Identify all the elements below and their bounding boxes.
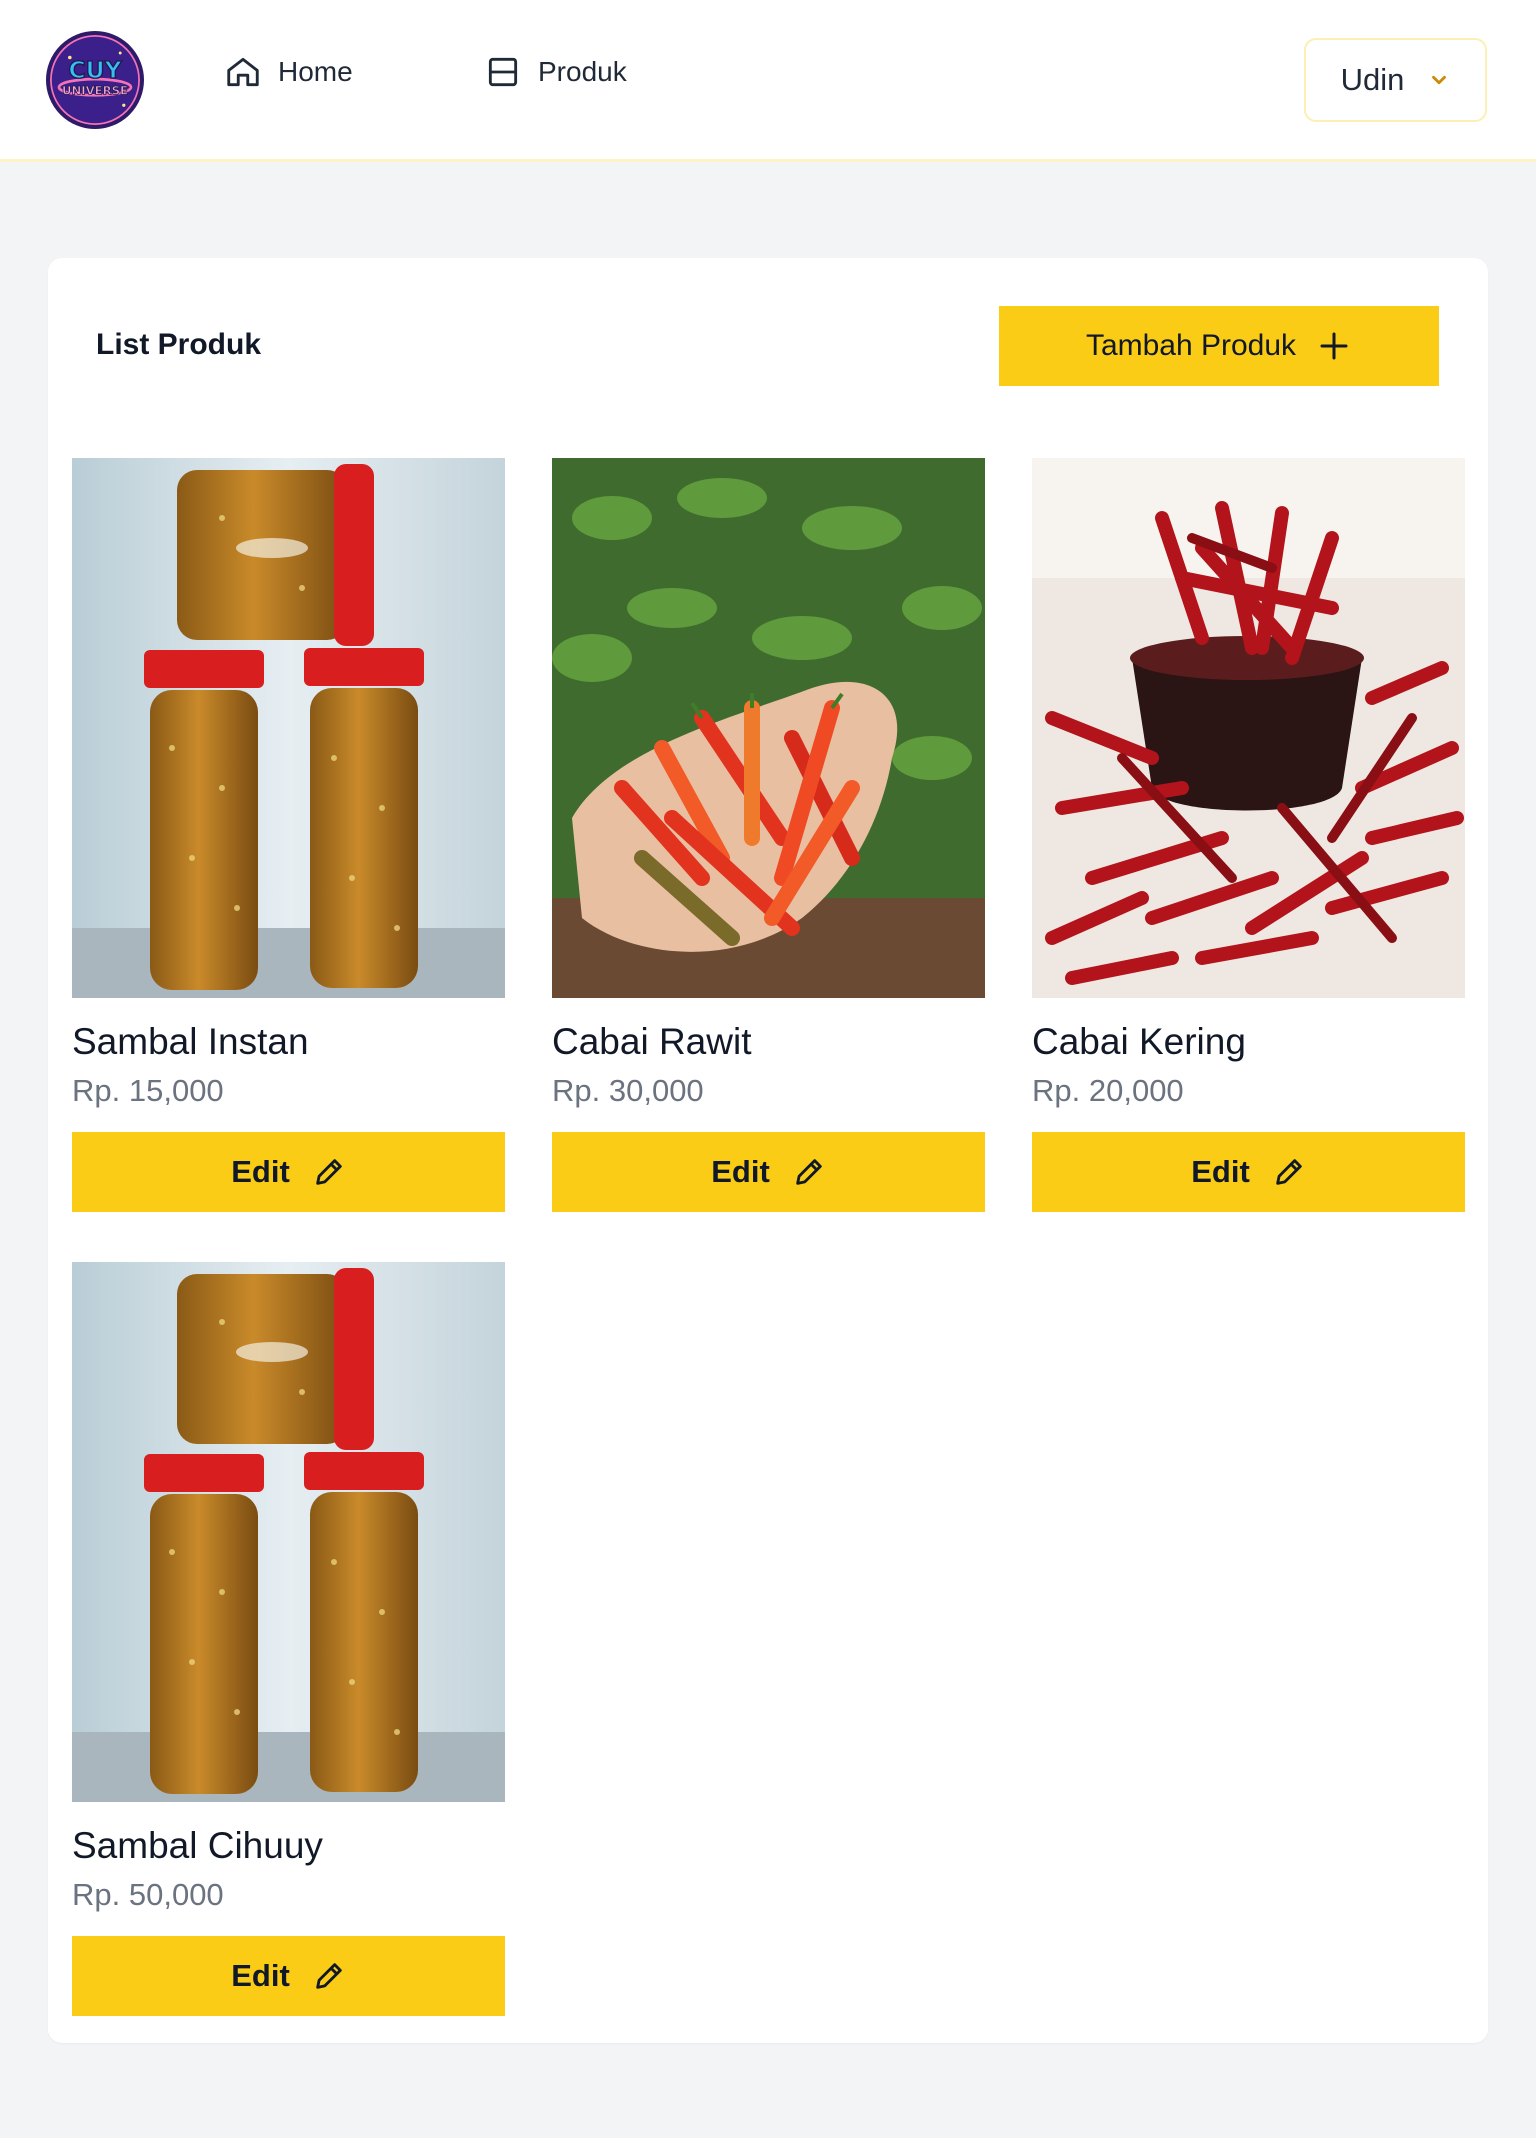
navbar: CUY UNIVERSE Home Produk Udin <box>0 0 1536 162</box>
nav-home-link[interactable]: Home <box>224 52 353 92</box>
pencil-icon <box>796 1159 822 1185</box>
add-product-button[interactable]: Tambah Produk <box>999 306 1439 386</box>
nav-home-label: Home <box>278 56 353 87</box>
product-name: Sambal Cihuuy <box>72 1825 323 1866</box>
product-card: Cabai Kering Rp. 20,000 Edit <box>1032 458 1465 1212</box>
product-price: Rp. 15,000 <box>72 1073 224 1108</box>
product-card: Sambal Instan Rp. 15,000 Edit <box>72 458 505 1212</box>
pencil-icon <box>316 1159 342 1185</box>
home-icon <box>227 57 259 87</box>
edit-product-button[interactable]: Edit <box>72 1936 505 2016</box>
product-image <box>72 1262 505 1802</box>
edit-label: Edit <box>1191 1154 1250 1189</box>
cuy-universe-logo[interactable]: CUY UNIVERSE <box>46 31 144 129</box>
product-card: Cabai Rawit Rp. 30,000 Edit <box>552 458 985 1212</box>
product-image <box>72 458 505 998</box>
chili-hand-image <box>552 458 985 998</box>
sambal-jars-image <box>72 458 505 998</box>
sambal-jars-image <box>72 1262 505 1802</box>
chevron-down-icon <box>1432 75 1447 85</box>
add-product-label: Tambah Produk <box>1085 329 1297 362</box>
product-price: Rp. 50,000 <box>72 1877 224 1912</box>
layout-icon <box>488 57 518 87</box>
user-menu-dropdown[interactable]: Udin <box>1304 38 1487 122</box>
nav-produk-label: Produk <box>538 56 627 87</box>
edit-label: Edit <box>231 1958 290 1993</box>
page-title: List Produk <box>96 328 262 361</box>
svg-text:UNIVERSE: UNIVERSE <box>62 83 128 97</box>
edit-label: Edit <box>231 1154 290 1189</box>
pencil-icon <box>316 1963 342 1989</box>
product-price: Rp. 30,000 <box>552 1073 704 1108</box>
product-card: Sambal Cihuuy Rp. 50,000 Edit <box>72 1262 505 2016</box>
nav-produk-link[interactable]: Produk <box>484 52 627 92</box>
plus-icon <box>1320 332 1348 360</box>
pencil-icon <box>1276 1159 1302 1185</box>
edit-product-button[interactable]: Edit <box>552 1132 985 1212</box>
product-name: Sambal Instan <box>72 1021 309 1062</box>
dried-chili-bowl-image <box>1032 458 1465 998</box>
product-image <box>552 458 985 998</box>
product-name: Cabai Rawit <box>552 1021 752 1062</box>
logo-graphic: CUY UNIVERSE <box>51 36 139 124</box>
product-list-panel: List Produk Tambah Produk Sambal Instan … <box>48 258 1488 2043</box>
product-name: Cabai Kering <box>1032 1021 1246 1062</box>
user-name: Udin <box>1340 62 1405 97</box>
svg-text:CUY: CUY <box>68 56 122 84</box>
edit-product-button[interactable]: Edit <box>1032 1132 1465 1212</box>
product-image <box>1032 458 1465 998</box>
edit-label: Edit <box>711 1154 770 1189</box>
edit-product-button[interactable]: Edit <box>72 1132 505 1212</box>
product-price: Rp. 20,000 <box>1032 1073 1184 1108</box>
